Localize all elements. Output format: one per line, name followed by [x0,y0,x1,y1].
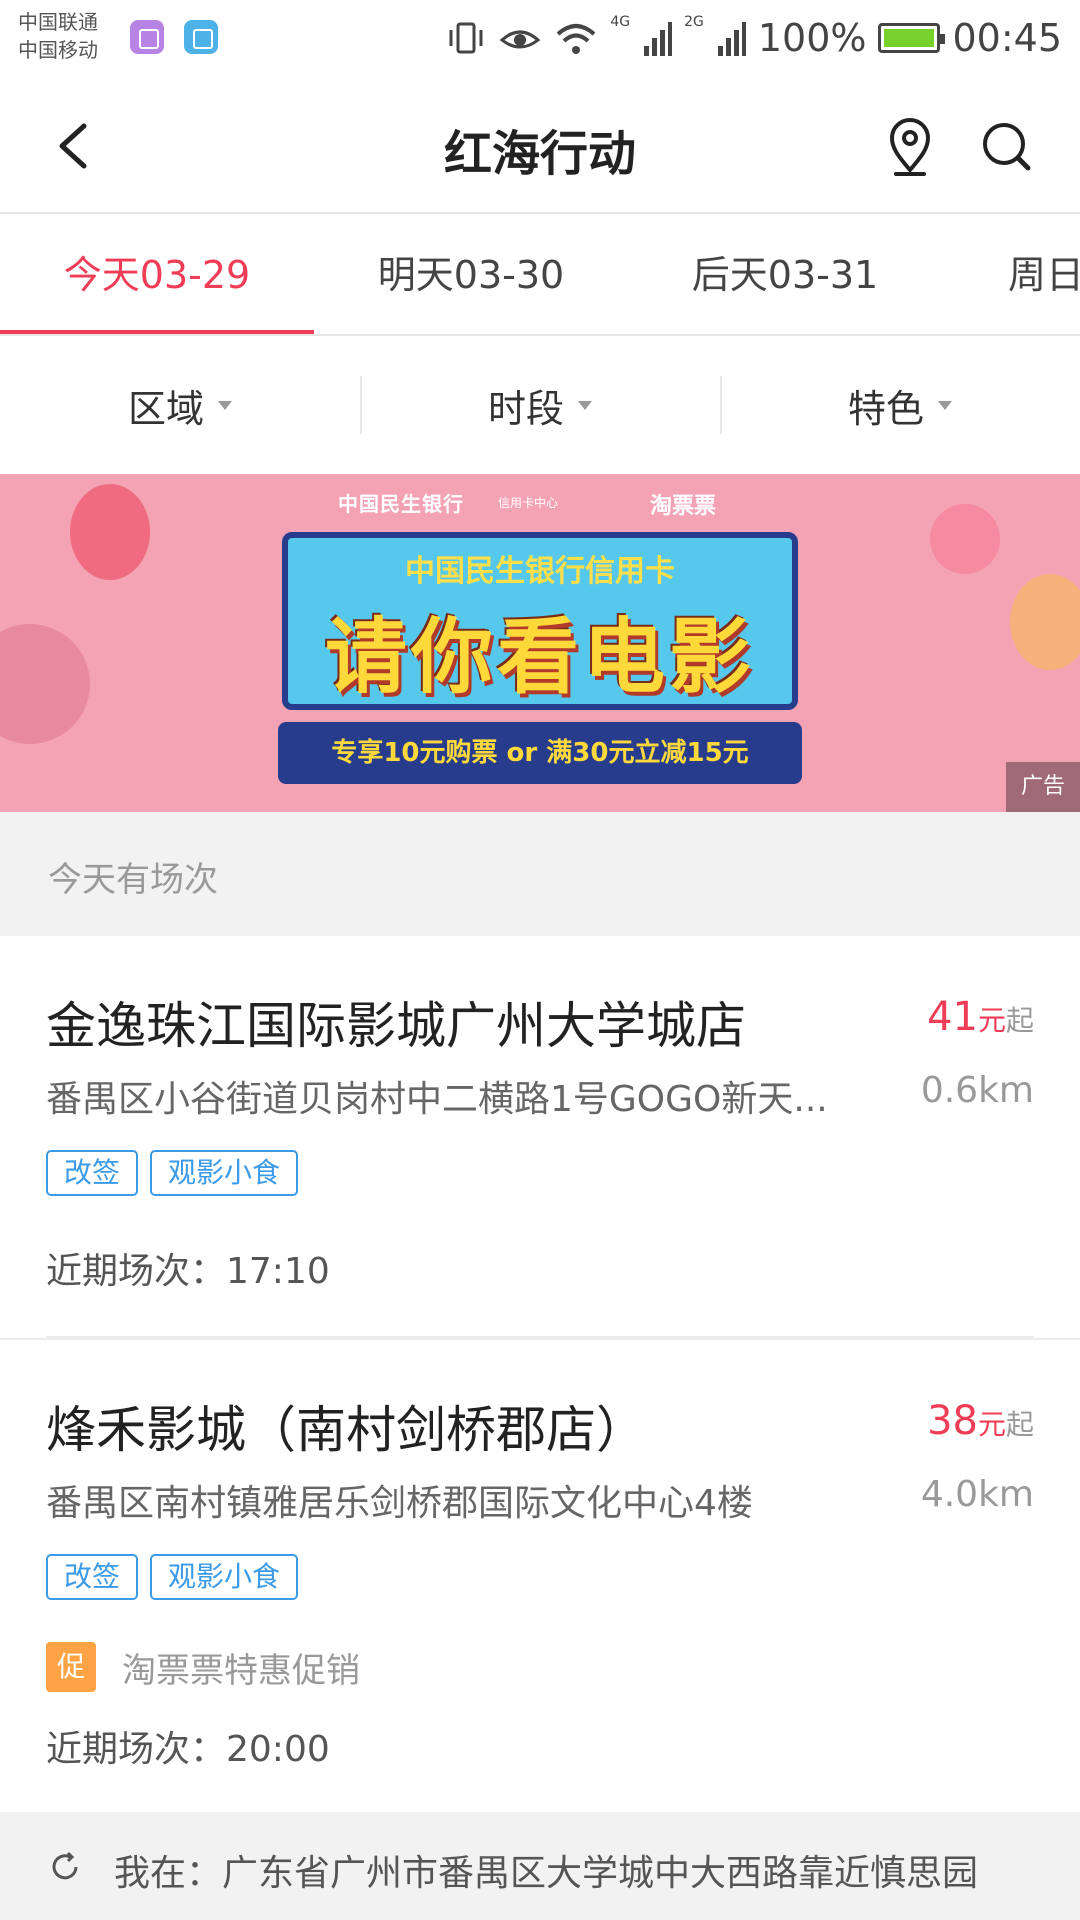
location-pin-icon [889,118,931,176]
app-header: 红海行动 [0,76,1080,214]
app-notification-icon [184,20,218,54]
clock: 00:45 [952,16,1062,60]
net-2-label: 2G [684,14,704,30]
date-tabs: 今天03-29 明天03-30 后天03-31 周日 [0,214,1080,336]
balloon-decoration [1010,574,1080,670]
banner-headline: 请你看电影 [324,610,755,705]
wifi-icon [556,24,596,54]
cinema-distance: 4.0km [920,1474,1034,1515]
bank-logo: 中国民生银行 [338,492,464,516]
price-suffix: 起 [1005,1004,1034,1037]
cinema-name: 金逸珠江国际影城广州大学城店 [46,997,746,1055]
3d-decoration [930,504,1000,574]
section-header: 今天有场次 [0,812,1080,936]
current-location-bar[interactable]: 我在：广东省广州市番禺区大学城中大西路靠近慎思园 [0,1812,1080,1920]
status-bar: 中国联通 中国移动 4G 2G 100% 00:45 [0,0,1080,76]
tab-sunday[interactable]: 周日 [940,214,1080,334]
filter-feature-label: 特色 [847,386,924,431]
carrier-2: 中国移动 [18,38,98,62]
status-indicators: 4G 2G 100% 00:45 [446,14,1062,62]
balloon-decoration [70,484,150,580]
promo-text: 淘票票特惠促销 [122,1650,360,1691]
tag-reschedule: 改签 [46,1554,139,1600]
section-title: 今天有场次 [48,860,218,900]
vibrate-icon [449,22,483,54]
eye-comfort-icon [499,30,541,49]
cinema-price: 38元起 [927,1398,1034,1444]
filter-bar: 区域 时段 特色 [0,336,1080,474]
filter-area[interactable]: 区域 [0,336,360,474]
tag-snacks: 观影小食 [150,1554,299,1600]
banner-subtitle: 中国民生银行信用卡 [405,554,675,589]
location-button[interactable] [880,112,940,180]
cinema-list-item[interactable]: 烽禾影城（南村剑桥郡店） 38元起 番禺区南村镇雅居乐剑桥郡国际文化中心4楼 4… [0,1338,1080,1812]
battery-icon [878,23,946,53]
bank-logo-sub: 信用卡中心 [498,496,559,510]
price-unit: 元 [977,1004,1006,1037]
filter-time-label: 时段 [487,386,564,431]
cinema-tags: 改签 观影小食 [46,1150,299,1196]
cinema-tags: 改签 观影小食 [46,1554,299,1600]
cinema-promo: 促 淘票票特惠促销 [46,1642,360,1692]
cinema-address: 番禺区南村镇雅居乐剑桥郡国际文化中心4楼 [46,1483,753,1524]
search-button[interactable] [974,112,1038,180]
search-icon [983,123,1031,171]
carrier-1: 中国联通 [18,10,98,34]
battery-percent: 100% [757,16,867,60]
caret-down-icon [578,400,592,410]
caret-down-icon [218,400,232,410]
film-reel-decoration [0,624,90,744]
cinema-showtime: 近期场次：17:10 [46,1251,330,1292]
caret-down-icon [938,400,952,410]
ad-label: 广告 [1006,762,1080,812]
banner-board: 中国民生银行信用卡 请你看电影 [282,532,798,710]
price-suffix: 起 [1005,1408,1034,1441]
cinema-distance: 0.6km [920,1070,1034,1111]
carrier-names: 中国联通 中国移动 [18,8,98,64]
filter-feature[interactable]: 特色 [720,336,1080,474]
tab-tomorrow[interactable]: 明天03-30 [314,214,628,334]
filter-area-label: 区域 [127,386,204,431]
banner-offer: 专享10元购票 or 满30元立减15元 [278,722,802,784]
price-value: 41 [927,994,978,1040]
signal-1-icon [644,22,673,56]
refresh-icon[interactable] [48,1850,82,1884]
current-location-text: 我在：广东省广州市番禺区大学城中大西路靠近慎思园 [114,1853,979,1894]
price-unit: 元 [977,1408,1006,1441]
net-1-label: 4G [610,14,631,30]
cinema-price: 41元起 [927,994,1034,1040]
cinema-showtime: 近期场次：20:00 [46,1729,330,1770]
cinema-list-item[interactable]: 金逸珠江国际影城广州大学城店 41元起 番禺区小谷街道贝岗村中二横路1号GOGO… [0,936,1080,1338]
cinema-name: 烽禾影城（南村剑桥郡店） [46,1401,646,1459]
promo-badge: 促 [46,1642,96,1692]
promo-banner[interactable]: 中国民生银行 信用卡中心 淘票票 中国民生银行信用卡 请你看电影 专享10元购票… [0,474,1080,812]
signal-2-icon [717,22,746,56]
tab-day-after[interactable]: 后天03-31 [628,214,942,334]
tag-snacks: 观影小食 [150,1150,299,1196]
filter-time[interactable]: 时段 [360,336,720,474]
gallery-notification-icon [130,20,164,54]
tab-today[interactable]: 今天03-29 [0,214,314,334]
partner-logo: 淘票票 [650,494,717,519]
price-value: 38 [927,1398,978,1444]
tag-reschedule: 改签 [46,1150,139,1196]
cinema-address: 番禺区小谷街道贝岗村中二横路1号GOGO新天... [46,1079,828,1120]
